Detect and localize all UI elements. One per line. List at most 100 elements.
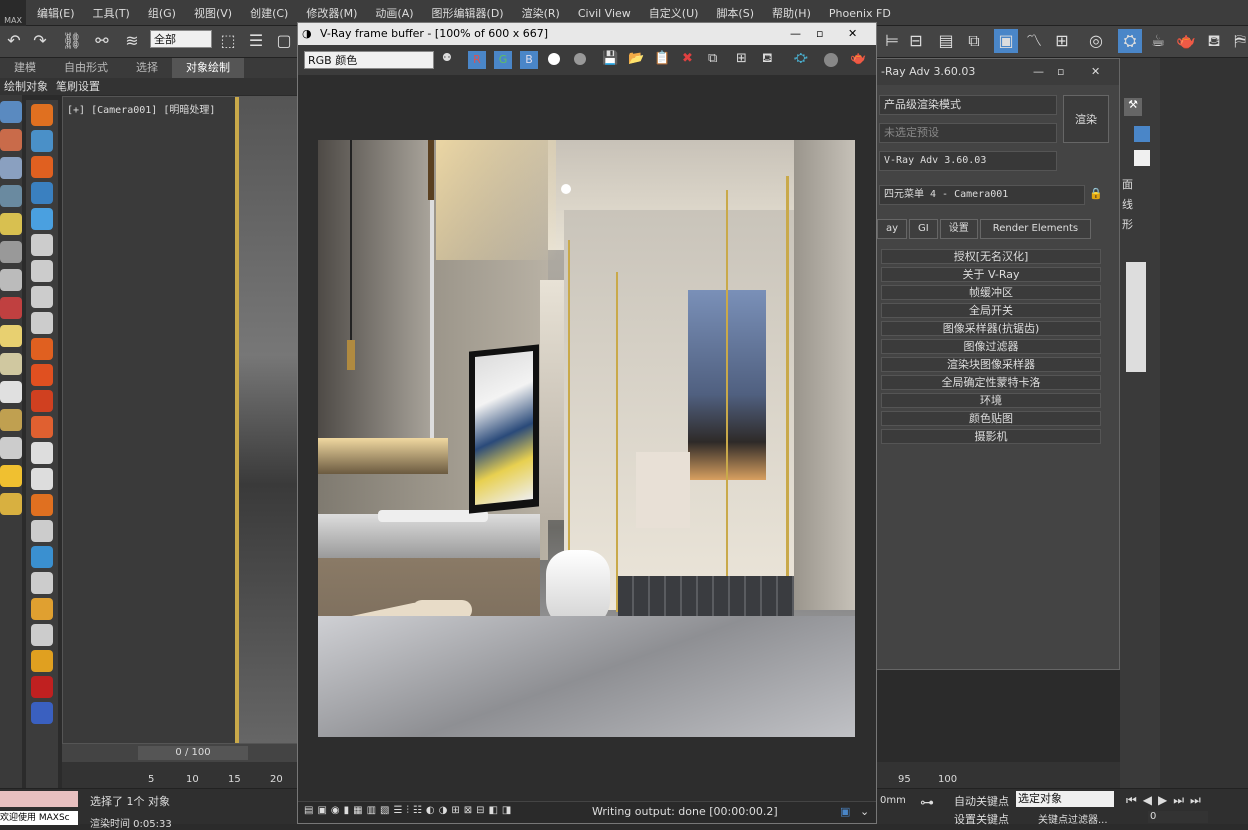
- menu-item[interactable]: 动画(A): [366, 5, 422, 21]
- rollout-header[interactable]: 环境: [881, 393, 1101, 408]
- smoke-icon[interactable]: [31, 442, 53, 464]
- vfb-bottom-tools[interactable]: ▤▣◉▮▦▥▧☰⫶☷◐◑⊞⊠⊟◧◨: [304, 805, 515, 816]
- region-icon[interactable]: ⊞: [736, 51, 747, 66]
- auto-key-button[interactable]: 自动关键点: [954, 793, 1009, 809]
- selection-filter-dropdown[interactable]: 全部: [150, 30, 212, 48]
- rollout-header[interactable]: 帧缓冲区: [881, 285, 1101, 300]
- maxscript-welcome[interactable]: 欢迎使用 MAXSc: [0, 811, 78, 825]
- rect-select-icon[interactable]: ▢: [272, 29, 296, 53]
- panel-list[interactable]: [1126, 262, 1146, 372]
- redo-icon[interactable]: ↷: [28, 29, 52, 53]
- bucket-icon[interactable]: [31, 572, 53, 594]
- schematic-icon[interactable]: ⊞: [1050, 29, 1074, 53]
- menu-item[interactable]: 图形编辑器(D): [423, 5, 513, 21]
- liquid-icon[interactable]: [31, 182, 53, 204]
- fire-icon[interactable]: [31, 156, 53, 178]
- render-button[interactable]: 渲染: [1063, 95, 1109, 143]
- close-icon[interactable]: ✕: [1091, 59, 1100, 85]
- render-active-icon[interactable]: ⛾: [1202, 29, 1226, 53]
- burn-icon[interactable]: [31, 390, 53, 412]
- cone-icon[interactable]: [0, 437, 22, 459]
- green-channel-button[interactable]: G: [494, 51, 512, 69]
- link-icon[interactable]: ⛓: [60, 29, 84, 53]
- ribbon-tab[interactable]: 选择: [122, 58, 172, 78]
- menu-item[interactable]: Phoenix FD: [820, 7, 900, 20]
- vfb-close-icon[interactable]: ✕: [848, 23, 857, 45]
- vfb-panel-icon[interactable]: ▣: [840, 805, 850, 818]
- panel-label-line[interactable]: 线: [1122, 196, 1133, 212]
- select-object-icon[interactable]: ⬚: [216, 29, 240, 53]
- ribbon-tab[interactable]: 自由形式: [50, 58, 122, 78]
- sun-icon[interactable]: [0, 465, 22, 487]
- key-icon[interactable]: ⊶: [920, 795, 934, 811]
- ribbon-subtab[interactable]: 绘制对象: [0, 78, 52, 95]
- link-settings-icon[interactable]: ⛮: [794, 51, 808, 66]
- layer-icon[interactable]: ▤: [934, 29, 958, 53]
- lock-icon[interactable]: 🔒: [1089, 187, 1105, 203]
- viewport-label[interactable]: [+] [Camera001] [明暗处理]: [67, 101, 215, 116]
- play-icon[interactable]: [31, 234, 53, 256]
- delete-icon[interactable]: [31, 312, 53, 334]
- view-dropdown[interactable]: 四元菜单 4 - Camera001: [879, 185, 1085, 205]
- maximize-icon[interactable]: ▫: [1057, 59, 1064, 85]
- camera-icon[interactable]: [0, 241, 22, 263]
- rollout-header[interactable]: 图像过滤器: [881, 339, 1101, 354]
- stop-icon[interactable]: [31, 286, 53, 308]
- menu-item[interactable]: 脚本(S): [707, 5, 763, 21]
- current-frame-spinner[interactable]: 0: [1148, 811, 1208, 823]
- blue-channel-button[interactable]: B: [520, 51, 538, 69]
- hammer-icon[interactable]: ⚒: [1124, 98, 1142, 116]
- rollout-header[interactable]: 渲染块图像采样器: [881, 357, 1101, 372]
- burn2-icon[interactable]: [31, 416, 53, 438]
- panel-label-shape[interactable]: 形: [1122, 216, 1133, 232]
- rollout-header[interactable]: 授权[无名汉化]: [881, 249, 1101, 264]
- time-slider[interactable]: 0 / 100: [138, 746, 248, 760]
- render-setup-tab[interactable]: ay: [877, 219, 908, 239]
- render-frame-icon[interactable]: ☕: [1146, 29, 1170, 53]
- app-logo[interactable]: MAX: [0, 0, 26, 26]
- rollout-header[interactable]: 全局确定性蒙特卡洛: [881, 375, 1101, 390]
- layer-explorer-icon[interactable]: ⧉: [962, 29, 986, 53]
- scene-explorer-icon[interactable]: ▣: [994, 29, 1018, 53]
- omni-icon[interactable]: [0, 493, 22, 515]
- rollout-header[interactable]: 颜色贴图: [881, 411, 1101, 426]
- bind-space-warp-icon[interactable]: ≋: [120, 29, 144, 53]
- rollout-header[interactable]: 全局开关: [881, 303, 1101, 318]
- vfb-expand-icon[interactable]: ⌄: [860, 805, 869, 818]
- box-icon[interactable]: [0, 129, 22, 151]
- clear-icon[interactable]: ✖: [682, 51, 693, 66]
- minimize-icon[interactable]: —: [1033, 59, 1044, 85]
- renderer-dropdown[interactable]: V-Ray Adv 3.60.03: [879, 151, 1057, 171]
- set-key-button[interactable]: 设置关键点: [954, 811, 1009, 827]
- rendered-image[interactable]: [318, 140, 855, 737]
- sphere-icon[interactable]: [0, 353, 22, 375]
- copy-icon[interactable]: 📋: [654, 51, 670, 66]
- preset-dropdown[interactable]: 未选定预设: [879, 123, 1057, 143]
- ribbon-subtab[interactable]: 笔刷设置: [52, 78, 104, 95]
- render-iter-icon[interactable]: ⛿: [1228, 29, 1248, 53]
- menu-item[interactable]: 工具(T): [84, 5, 139, 21]
- fume-grid-icon[interactable]: [31, 104, 53, 126]
- torus-icon[interactable]: [0, 409, 22, 431]
- color-swatch[interactable]: [1134, 126, 1150, 142]
- pour-icon[interactable]: [31, 650, 53, 672]
- menu-item[interactable]: 组(G): [139, 5, 185, 21]
- list-icon[interactable]: [0, 185, 22, 207]
- align-icon[interactable]: ⊨: [880, 29, 904, 53]
- info-icon[interactable]: [31, 702, 53, 724]
- render-setup-tab[interactable]: Render Elements: [979, 219, 1092, 239]
- vfb-minimize-icon[interactable]: —: [790, 23, 801, 45]
- menu-item[interactable]: 渲染(R): [513, 5, 569, 21]
- render-setup-tab[interactable]: GI: [909, 219, 938, 239]
- unlink-icon[interactable]: ⚯: [90, 29, 114, 53]
- select-by-name-icon[interactable]: ☰: [244, 29, 268, 53]
- render-icon[interactable]: 🫖: [1174, 29, 1198, 53]
- geosphere-icon[interactable]: [0, 381, 22, 403]
- align-tool-icon[interactable]: ⊟: [904, 29, 928, 53]
- maxscript-listener[interactable]: [0, 791, 78, 807]
- save-icon[interactable]: 💾: [602, 51, 618, 66]
- color-channels-icon[interactable]: ⚉: [442, 51, 460, 69]
- particles-icon[interactable]: [31, 208, 53, 230]
- camera-viewport[interactable]: [+] [Camera001] [明暗处理]: [62, 96, 302, 744]
- menu-item[interactable]: 修改器(M): [297, 5, 366, 21]
